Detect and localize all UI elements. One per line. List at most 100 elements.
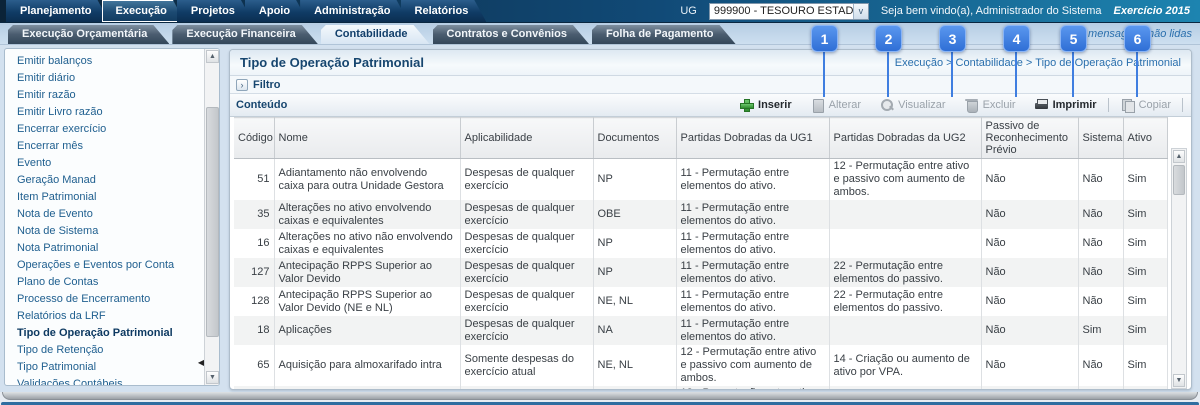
menu-projetos[interactable]: Projetos <box>177 0 253 22</box>
cell-aplicabilidade: Despesas de qualquer exercício <box>460 229 593 258</box>
print-icon <box>1034 98 1049 112</box>
sidebar-item-emitir-diario[interactable]: Emitir diário <box>5 70 204 87</box>
annotation-line-1 <box>823 52 825 97</box>
content-label: Conteúdo <box>236 99 287 111</box>
tab-execucao-orcamentaria[interactable]: Execução Orçamentária <box>8 25 169 44</box>
copiar-button[interactable]: Copiar <box>1111 95 1180 115</box>
scroll-down-icon[interactable]: ▼ <box>1173 374 1185 387</box>
sidebar-item-operacoes-e-eventos-por-conta[interactable]: Operações e Eventos por Conta <box>5 257 204 274</box>
annotation-badge-5: 5 <box>1060 25 1087 52</box>
cell-aplicabilidade: Despesas de qualquer exercício <box>460 159 593 201</box>
cell-sistema: Sim <box>1078 386 1123 389</box>
table-scrollbar[interactable]: ▲ ▼ <box>1171 148 1187 389</box>
menu-apoio[interactable]: Apoio <box>245 0 308 22</box>
cell-partidas-dobradas-da-ug2: 14 - Criação ou aumento de ativo por VPA… <box>829 345 981 386</box>
breadcrumb-link-contabilidade[interactable]: Contabilidade <box>956 57 1023 69</box>
sidebar-item-geracao-manad[interactable]: Geração Manad <box>5 172 204 189</box>
annotation-badge-3: 3 <box>939 25 966 52</box>
table-row[interactable]: 51Adiantamento não envolvendo caixa para… <box>234 159 1167 201</box>
table-row[interactable]: 65Aquisição para almoxarifado intraSomen… <box>234 345 1167 386</box>
sidebar-collapse-handle[interactable]: ◀ <box>198 359 204 367</box>
column-header-nome[interactable]: Nome <box>274 118 460 159</box>
cell-ativo: Sim <box>1123 316 1167 345</box>
table-row[interactable]: 18AplicaçõesDespesas de qualquer exercíc… <box>234 316 1167 345</box>
table-row[interactable]: 35Alterações no ativo envolvendo caixas … <box>234 200 1167 229</box>
annotation-line-3 <box>951 52 953 97</box>
sidebar-item-nota-de-evento[interactable]: Nota de Evento <box>5 206 204 223</box>
navbar-right: UG 999900 - TESOURO ESTADUAL v Seja bem … <box>680 0 1200 22</box>
tab-contratos-e-convenios[interactable]: Contratos e Convênios <box>433 25 589 44</box>
table-row[interactable]: 14Aquisição para estoque com suporte orç… <box>234 386 1167 389</box>
table-row[interactable]: 128Antecipação RPPS Superior ao Valor De… <box>234 287 1167 316</box>
window-bottom-frame <box>2 392 1198 400</box>
sidebar-item-evento[interactable]: Evento <box>5 155 204 172</box>
menu-execucao[interactable]: Execução <box>102 0 185 22</box>
tab-execucao-financeira[interactable]: Execução Financeira <box>172 25 317 44</box>
sidebar-item-nota-patrimonial[interactable]: Nota Patrimonial <box>5 240 204 257</box>
menu-administracao[interactable]: Administração <box>300 0 408 22</box>
sidebar-item-emitir-livro-razao[interactable]: Emitir Livro razão <box>5 104 204 121</box>
visualizar-button[interactable]: Visualizar <box>870 95 955 115</box>
column-header-ativo[interactable]: Ativo <box>1123 118 1167 159</box>
column-header-partidas-dobradas-da-ug1[interactable]: Partidas Dobradas da UG1 <box>676 118 829 159</box>
cell-sistema: Não <box>1078 345 1123 386</box>
sidebar-item-emitir-razao[interactable]: Emitir razão <box>5 87 204 104</box>
sidebar-scrollbar[interactable]: ▲ ▼ <box>204 49 219 385</box>
sidebar-item-plano-de-contas[interactable]: Plano de Contas <box>5 274 204 291</box>
button-label: Inserir <box>758 99 792 111</box>
excluir-button[interactable]: Excluir <box>955 95 1025 115</box>
sidebar-item-relatorios-da-lrf[interactable]: Relatórios da LRF <box>5 308 204 325</box>
tab-contabilidade[interactable]: Contabilidade <box>321 25 430 44</box>
cell-codigo: 35 <box>234 200 274 229</box>
sidebar-item-processo-de-encerramento[interactable]: Processo de Encerramento <box>5 291 204 308</box>
sidebar-item-emitir-balancos[interactable]: Emitir balanços <box>5 53 204 70</box>
tab-folha-de-pagamento[interactable]: Folha de Pagamento <box>592 25 736 44</box>
table-row[interactable]: 127Antecipação RPPS Superior ao Valor De… <box>234 258 1167 287</box>
scroll-up-icon[interactable]: ▲ <box>1173 150 1185 163</box>
sidebar-item-encerrar-mes[interactable]: Encerrar mês <box>5 138 204 155</box>
scroll-up-icon[interactable]: ▲ <box>206 50 219 63</box>
breadcrumb-link-execucao[interactable]: Execução <box>895 57 943 69</box>
scroll-down-icon[interactable]: ▼ <box>206 371 219 384</box>
imprimir-button[interactable]: Imprimir <box>1025 95 1106 115</box>
ug-select[interactable]: 999900 - TESOURO ESTADUAL v <box>709 3 869 20</box>
column-header-partidas-dobradas-da-ug2[interactable]: Partidas Dobradas da UG2 <box>829 118 981 159</box>
chevron-down-icon[interactable]: v <box>853 4 868 19</box>
sidebar-item-tipo-de-retencao[interactable]: Tipo de Retenção <box>5 342 204 359</box>
inserir-button[interactable]: Inserir <box>730 95 801 115</box>
top-navbar: PlanejamentoExecuçãoProjetosApoioAdminis… <box>0 0 1200 23</box>
column-header-documentos[interactable]: Documentos <box>593 118 676 159</box>
cell-ativo: Sim <box>1123 159 1167 201</box>
page-title: Tipo de Operação Patrimonial <box>240 55 424 70</box>
cell-passivo-de-reconhecimento-previo: Não <box>981 229 1078 258</box>
sidebar-item-tipo-patrimonial[interactable]: Tipo Patrimonial <box>5 359 204 376</box>
filter-expand-button[interactable]: › <box>236 79 248 91</box>
column-header-sistema[interactable]: Sistema <box>1078 118 1123 159</box>
menu-relatorios[interactable]: Relatórios <box>401 0 487 22</box>
cell-aplicabilidade: Despesas de qualquer exercício <box>460 287 593 316</box>
sidebar-scroll-thumb[interactable] <box>206 107 219 337</box>
sidebar-item-item-patrimonial[interactable]: Item Patrimonial <box>5 189 204 206</box>
column-header-codigo[interactable]: Código <box>234 118 274 159</box>
table-row[interactable]: 16Alterações no ativo não envolvendo cai… <box>234 229 1167 258</box>
sidebar-item-tipo-de-operacao-patrimonial[interactable]: Tipo de Operação Patrimonial <box>5 325 204 342</box>
ug-select-value: 999900 - TESOURO ESTADUAL <box>710 5 853 17</box>
cell-aplicabilidade: Somente despesas do exercício atual <box>460 345 593 386</box>
cell-nome: Aquisição para almoxarifado intra <box>274 345 460 386</box>
column-header-aplicabilidade[interactable]: Aplicabilidade <box>460 118 593 159</box>
data-table: CódigoNomeAplicabilidadeDocumentosPartid… <box>234 117 1168 389</box>
cell-codigo: 128 <box>234 287 274 316</box>
column-header-passivo-de-reconhecimento-previo[interactable]: Passivo de Reconhecimento Prévio <box>981 118 1078 159</box>
sidebar-item-nota-de-sistema[interactable]: Nota de Sistema <box>5 223 204 240</box>
table-scroll-thumb[interactable] <box>1173 165 1185 195</box>
sidebar-menu: Emitir balançosEmitir diárioEmitir razão… <box>5 53 204 386</box>
sidebar-item-encerrar-exercicio[interactable]: Encerrar exercício <box>5 121 204 138</box>
cell-ativo: Sim <box>1123 258 1167 287</box>
breadcrumb-link-tipo-de-operacao-patrimonial[interactable]: Tipo de Operação Patrimonial <box>1035 57 1181 69</box>
annotation-badge-2: 2 <box>875 25 902 52</box>
menu-planejamento[interactable]: Planejamento <box>6 0 110 22</box>
alterar-button[interactable]: Alterar <box>801 95 870 115</box>
annotation-line-4 <box>1015 52 1017 97</box>
sidebar-item-validacoes-contabeis[interactable]: Validações Contábeis <box>5 376 204 386</box>
cell-ativo: Sim <box>1123 287 1167 316</box>
